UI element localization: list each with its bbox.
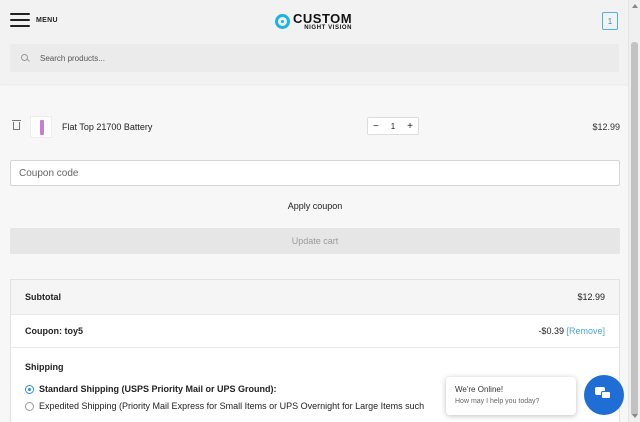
cart-page: MENU CUSTOM NIGHT VISION 1 Flat Top 2170… xyxy=(0,0,628,422)
chat-launcher-button[interactable] xyxy=(584,375,624,415)
product-thumbnail[interactable] xyxy=(30,116,52,138)
scrollbar-thumb[interactable] xyxy=(631,42,638,416)
shipping-option-expedited[interactable]: Expedited Shipping (Priority Mail Expres… xyxy=(25,401,424,411)
qty-increase-button[interactable]: + xyxy=(407,121,413,132)
menu-label: MENU xyxy=(36,16,58,24)
site-header: MENU CUSTOM NIGHT VISION 1 xyxy=(0,0,628,84)
search-bar xyxy=(10,44,619,72)
coupon-code-input[interactable] xyxy=(10,160,620,186)
coupon-label: Coupon: toy5 xyxy=(25,326,83,336)
search-icon xyxy=(21,53,30,63)
chat-subtitle: How may I help you today? xyxy=(455,398,540,405)
quantity-stepper: − 1 + xyxy=(367,117,419,135)
trash-icon[interactable] xyxy=(12,120,21,130)
remove-coupon-link[interactable]: [Remove] xyxy=(566,326,605,336)
cart-count: 1 xyxy=(607,16,613,26)
subtotal-label: Subtotal xyxy=(25,292,61,302)
shipping-option-label: Standard Shipping (USPS Priority Mail or… xyxy=(39,384,277,394)
product-name[interactable]: Flat Top 21700 Battery xyxy=(62,122,152,132)
chat-bubbles-icon xyxy=(595,387,611,399)
logo-mark-icon xyxy=(275,14,290,29)
update-cart-button[interactable]: Update cart xyxy=(10,228,620,254)
hamburger-icon xyxy=(10,13,30,27)
radio-selected-icon[interactable] xyxy=(25,384,34,394)
cart-icon[interactable]: 1 xyxy=(602,12,618,30)
search-input[interactable] xyxy=(38,52,602,64)
shipping-option-standard[interactable]: Standard Shipping (USPS Priority Mail or… xyxy=(25,384,277,394)
coupon-value-wrap: -$0.39 [Remove] xyxy=(538,326,605,336)
menu-button[interactable]: MENU xyxy=(10,13,58,27)
chat-title: We're Online! xyxy=(455,385,504,394)
coupon-row: Coupon: toy5 -$0.39 [Remove] xyxy=(11,314,619,348)
shipping-option-label: Expedited Shipping (Priority Mail Expres… xyxy=(39,401,425,411)
scroll-down-arrow-icon[interactable] xyxy=(632,414,638,418)
product-price: $12.99 xyxy=(592,122,620,132)
subtotal-value: $12.99 xyxy=(577,292,605,302)
apply-coupon-button[interactable]: Apply coupon xyxy=(10,197,620,215)
qty-decrease-button[interactable]: − xyxy=(373,121,379,132)
shipping-label: Shipping xyxy=(25,362,64,372)
logo-text-bottom: NIGHT VISION xyxy=(304,25,353,31)
site-logo[interactable]: CUSTOM NIGHT VISION xyxy=(275,12,352,31)
coupon-discount-value: -$0.39 xyxy=(538,326,564,336)
chat-greeting-bubble[interactable]: We're Online! How may I help you today? xyxy=(446,377,576,415)
qty-value[interactable]: 1 xyxy=(391,122,395,131)
page-scrollbar[interactable] xyxy=(628,0,640,422)
logo-text-top: CUSTOM xyxy=(293,11,353,26)
subtotal-row: Subtotal $12.99 xyxy=(11,280,619,315)
cart-item-row: Flat Top 21700 Battery − 1 + $12.99 xyxy=(0,113,628,139)
scroll-up-arrow-icon[interactable] xyxy=(632,4,638,8)
radio-unselected-icon[interactable] xyxy=(25,401,34,411)
